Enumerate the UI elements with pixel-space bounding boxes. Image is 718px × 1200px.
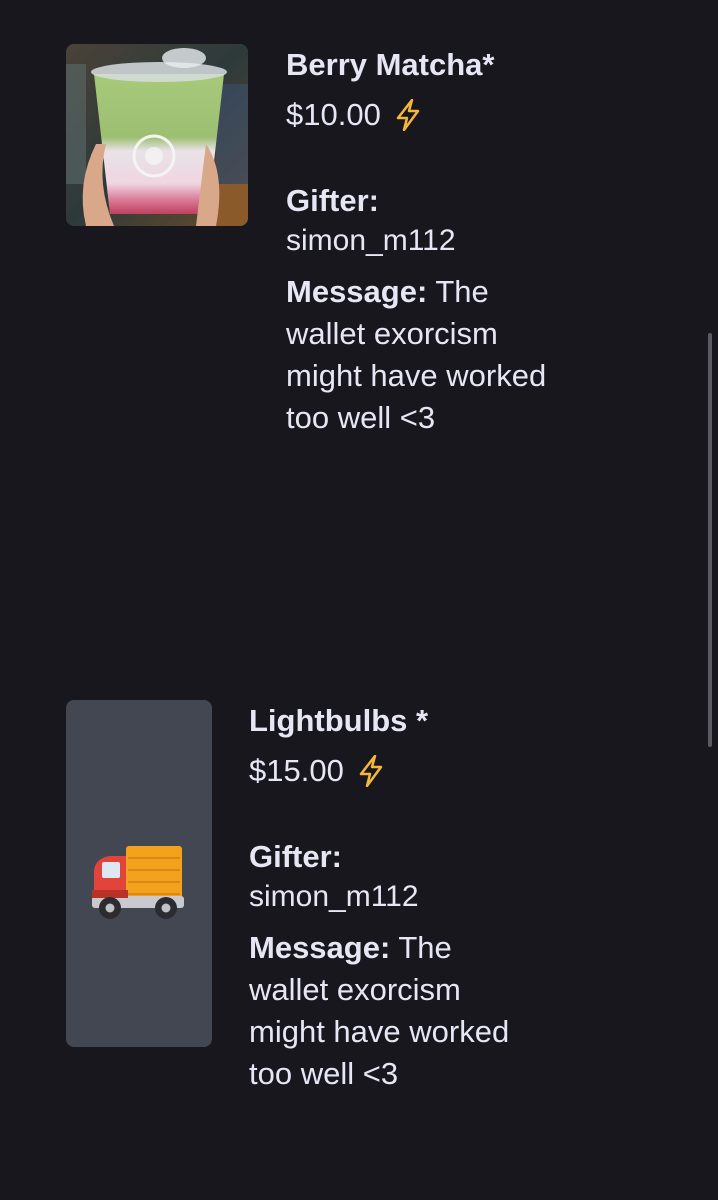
gift-message: Message: The wallet exorcism might have … — [249, 927, 519, 1095]
matcha-drink-thumbnail[interactable] — [66, 44, 248, 226]
gift-price: $15.00 — [249, 753, 344, 788]
gift-message: Message: The wallet exorcism might have … — [286, 271, 556, 439]
lightning-bolt-icon — [359, 755, 383, 787]
delivery-truck-thumbnail[interactable] — [66, 700, 212, 1047]
gifter-name: simon_m112 — [249, 880, 419, 913]
gift-title: Lightbulbs * — [249, 703, 429, 738]
gifter-label: Gifter: — [249, 839, 342, 874]
gift-price-row: $15.00 — [249, 753, 519, 789]
gift-title: Berry Matcha* — [286, 47, 495, 82]
gift-price-row: $10.00 — [286, 97, 556, 133]
gifter-name: simon_m112 — [286, 224, 456, 257]
scrollbar[interactable] — [708, 333, 712, 747]
gifter-label: Gifter: — [286, 183, 379, 218]
message-label: Message: — [249, 930, 391, 965]
lightning-bolt-icon — [396, 99, 420, 131]
message-label: Message: — [286, 274, 428, 309]
gift-price: $10.00 — [286, 97, 381, 132]
matcha-drink-image — [66, 44, 248, 226]
delivery-truck-icon — [92, 846, 184, 919]
